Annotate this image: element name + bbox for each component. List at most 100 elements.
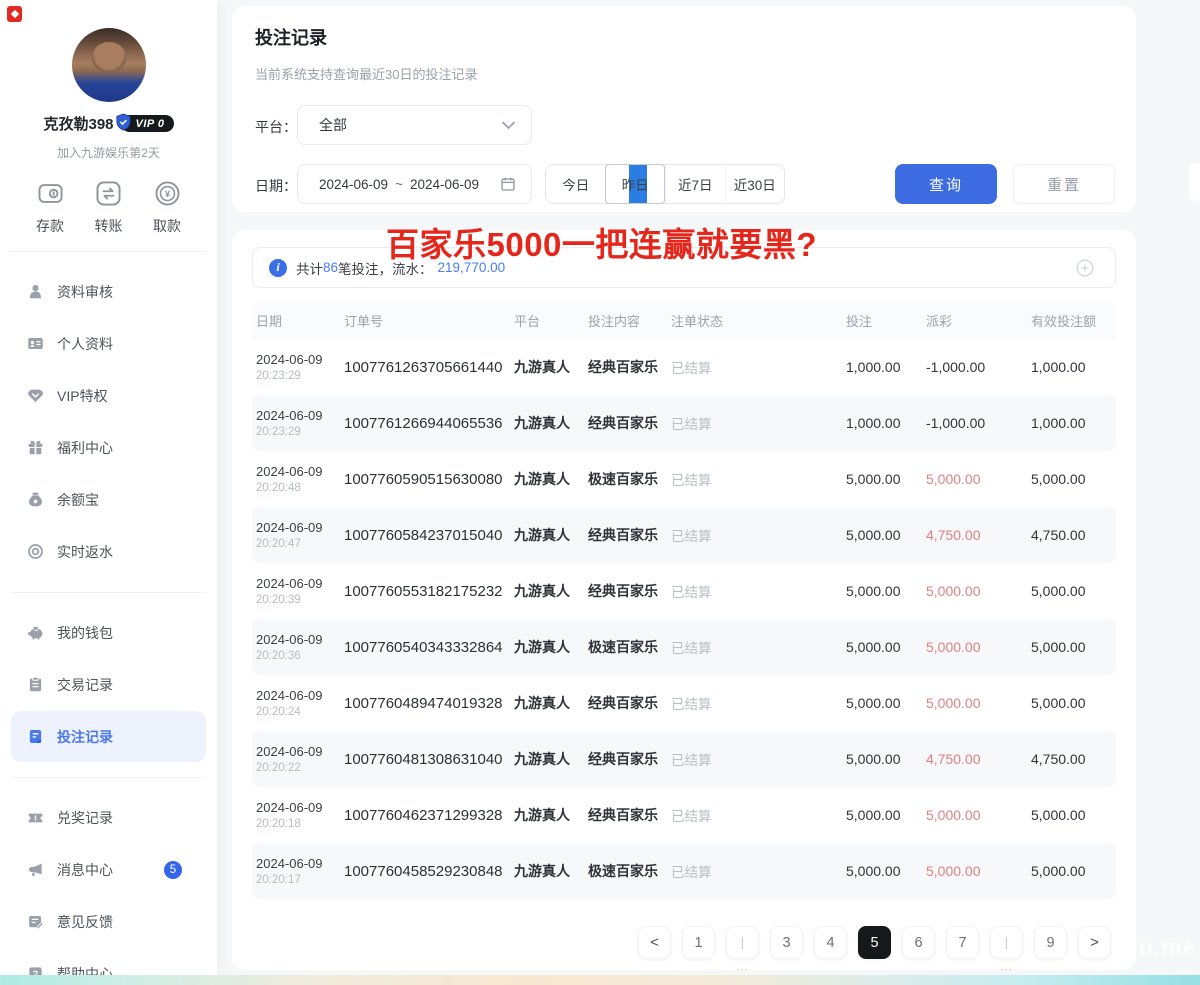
cell-date: 2024-06-0920:20:47 — [256, 520, 344, 550]
summary-count: 86 — [323, 260, 338, 275]
pagination-page-3[interactable]: 3 — [770, 926, 803, 959]
pagination-prev[interactable]: < — [638, 926, 671, 959]
sidebar-item-rebate[interactable]: 实时返水 — [11, 526, 206, 577]
sidebar-item-label: VIP特权 — [57, 386, 108, 406]
expand-plus-icon[interactable] — [1076, 259, 1094, 277]
cell-bet-content: 经典百家乐 — [588, 525, 671, 545]
summary-prefix: 共计 — [296, 258, 323, 278]
cell-bet-content: 经典百家乐 — [588, 749, 671, 769]
divider — [10, 777, 207, 778]
pagination-page-6[interactable]: 6 — [902, 926, 935, 959]
sidebar-item-message[interactable]: 消息中心5 — [11, 844, 206, 895]
deposit-button[interactable]: 存款 — [24, 180, 76, 236]
message-icon — [27, 861, 44, 878]
deposit-icon — [24, 180, 76, 207]
cell-platform: 九游真人 — [514, 581, 588, 601]
cell-bet-amount: 5,000.00 — [846, 751, 926, 767]
sidebar-item-prize[interactable]: 兑奖记录 — [11, 792, 206, 843]
sidebar-item-bets[interactable]: 投注记录 — [11, 711, 206, 762]
withdraw-icon: ¥ — [141, 180, 193, 207]
quick-option[interactable]: 近7日 — [665, 165, 725, 203]
sidebar-item-welfare[interactable]: 福利中心 — [11, 422, 206, 473]
cell-status: 已结算 — [671, 693, 846, 713]
pagination-page-4[interactable]: 4 — [814, 926, 847, 959]
cell-bet-amount: 1,000.00 — [846, 415, 926, 431]
date-range-picker[interactable]: 2024-06-09 ~ 2024-06-09 — [297, 164, 532, 204]
column-header: 有效投注额 — [1031, 311, 1116, 330]
cell-status: 已结算 — [671, 413, 846, 433]
reset-button[interactable]: 重置 — [1013, 164, 1115, 204]
cell-bet-content: 极速百家乐 — [588, 637, 671, 657]
profile-icon — [27, 335, 44, 352]
scrollbar-thumb[interactable] — [1189, 163, 1200, 201]
table-body: 2024-06-0920:23:291007761263705661440九游真… — [252, 339, 1116, 899]
sidebar-item-audit[interactable]: 资料审核 — [11, 266, 206, 317]
divider — [10, 251, 207, 252]
sidebar-item-wallet[interactable]: 我的钱包 — [11, 607, 206, 658]
audit-icon — [27, 283, 44, 300]
sidebar-item-yuebao[interactable]: 余额宝 — [11, 474, 206, 525]
table-row: 2024-06-0920:20:471007760584237015040九游真… — [252, 507, 1116, 563]
cell-status: 已结算 — [671, 525, 846, 545]
transfer-icon — [83, 180, 135, 207]
cell-platform: 九游真人 — [514, 525, 588, 545]
search-button[interactable]: 查询 — [895, 164, 997, 204]
sidebar-item-transactions[interactable]: 交易记录 — [11, 659, 206, 710]
sidebar-item-vip[interactable]: VIP特权 — [11, 370, 206, 421]
table-row: 2024-06-0920:23:291007761266944065536九游真… — [252, 395, 1116, 451]
sidebar-item-feedback[interactable]: 意见反馈 — [11, 896, 206, 947]
rebate-icon — [27, 543, 44, 560]
cell-bet-content: 经典百家乐 — [588, 581, 671, 601]
pagination-page-5[interactable]: 5 — [858, 926, 891, 959]
vip-icon — [27, 387, 44, 404]
cell-valid-bet: 5,000.00 — [1031, 863, 1116, 879]
platform-label: 平台： — [255, 117, 297, 137]
pagination-page-1[interactable]: 1 — [682, 926, 715, 959]
table-row: 2024-06-0920:20:481007760590515630080九游真… — [252, 451, 1116, 507]
quick-option[interactable]: 今日 — [546, 165, 605, 203]
cell-platform: 九游真人 — [514, 413, 588, 433]
svg-text:¥: ¥ — [164, 189, 170, 200]
cell-payout: 5,000.00 — [926, 695, 1031, 711]
bets-icon — [27, 728, 44, 745]
pagination-next[interactable]: > — [1078, 926, 1111, 959]
pagination-ellipsis[interactable]: | — [990, 926, 1023, 959]
cell-date: 2024-06-0920:20:22 — [256, 744, 344, 774]
join-days-text: 加入九游娱乐第2天 — [0, 144, 217, 161]
date-end: 2024-06-09 — [410, 177, 479, 192]
table-row: 2024-06-0920:20:171007760458529230848九游真… — [252, 843, 1116, 899]
cell-date: 2024-06-0920:20:18 — [256, 800, 344, 830]
cell-bet-amount: 5,000.00 — [846, 527, 926, 543]
cell-status: 已结算 — [671, 469, 846, 489]
quick-option[interactable]: 近30日 — [725, 165, 785, 203]
pagination-ellipsis[interactable]: | — [726, 926, 759, 959]
sidebar-item-label: 个人资料 — [57, 334, 113, 354]
bottom-edge-strip — [0, 975, 1200, 985]
cell-bet-amount: 5,000.00 — [846, 695, 926, 711]
pagination-page-7[interactable]: 7 — [946, 926, 979, 959]
sidebar-item-profile[interactable]: 个人资料 — [11, 318, 206, 369]
cell-date: 2024-06-0920:20:24 — [256, 688, 344, 718]
withdraw-button[interactable]: ¥ 取款 — [141, 180, 193, 236]
quick-option[interactable]: 昨日 — [605, 164, 665, 204]
sidebar: 克孜勒398 VIP 0 加入九游娱乐第2天 存款 转账 ¥ 取款 资料审核个人… — [0, 0, 217, 975]
cell-order-number: 1007760489474019328 — [344, 695, 514, 712]
cell-bet-amount: 5,000.00 — [846, 639, 926, 655]
platform-select[interactable]: 全部 — [297, 105, 532, 145]
cell-valid-bet: 5,000.00 — [1031, 471, 1116, 487]
chevron-down-icon — [502, 121, 515, 130]
avatar[interactable] — [72, 28, 146, 102]
table-row: 2024-06-0920:20:241007760489474019328九游真… — [252, 675, 1116, 731]
cell-payout: 5,000.00 — [926, 807, 1031, 823]
cell-order-number: 1007760540343332864 — [344, 639, 514, 656]
date-separator: ~ — [395, 177, 403, 192]
pagination-page-9[interactable]: 9 — [1034, 926, 1067, 959]
column-header: 投注 — [846, 311, 926, 330]
red-annotation-text: 百家乐5000一把连赢就要黑? — [386, 218, 817, 266]
transfer-button[interactable]: 转账 — [83, 180, 135, 236]
sidebar-item-label: 交易记录 — [57, 675, 113, 695]
cell-bet-amount: 5,000.00 — [846, 583, 926, 599]
cell-date: 2024-06-0920:23:29 — [256, 408, 344, 438]
cell-platform: 九游真人 — [514, 469, 588, 489]
divider — [10, 592, 207, 593]
